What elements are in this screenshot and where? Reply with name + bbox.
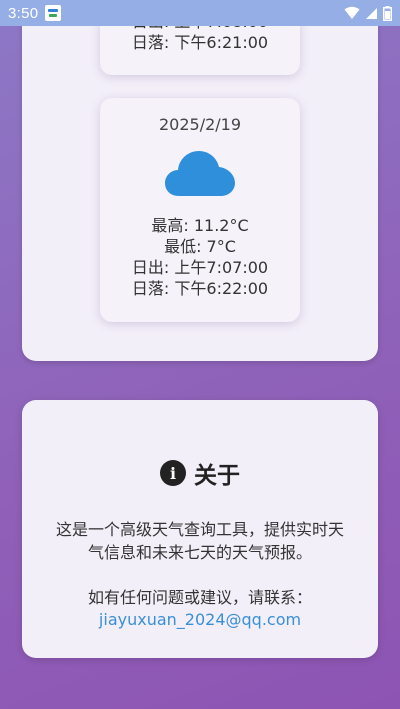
status-time: 3:50 xyxy=(8,4,39,22)
cloud-icon xyxy=(165,148,235,200)
status-bar: 3:50 xyxy=(0,0,400,26)
wifi-icon xyxy=(344,6,360,19)
app-notification-icon xyxy=(45,5,62,21)
sunset-text: 日落: 下午6:21:00 xyxy=(131,33,269,52)
about-description: 这是一个高级天气查询工具，提供实时天气信息和未来七天的天气预报。 xyxy=(55,520,344,562)
low-temp: 最低: 7°C xyxy=(164,237,236,256)
forecast-card: 日出: 上午7:08:00 日落: 下午6:21:00 2025/2/19 最高… xyxy=(22,20,378,361)
signal-icon xyxy=(366,7,377,19)
forecast-day-card: 2025/2/19 最高: 11.2°C 最低: 7°C 日出: 上午7:07:… xyxy=(100,98,300,322)
about-title: 关于 xyxy=(194,463,240,489)
battery-icon xyxy=(383,5,392,21)
sunset-text: 日落: 下午6:22:00 xyxy=(131,279,269,298)
sunrise-text: 日出: 上午7:07:00 xyxy=(131,258,269,277)
high-temp: 最高: 11.2°C xyxy=(151,216,249,235)
forecast-date: 2025/2/19 xyxy=(158,115,242,134)
forecast-day-card-previous: 日出: 上午7:08:00 日落: 下午6:21:00 xyxy=(100,20,300,75)
about-heading: i 关于 xyxy=(22,456,378,490)
contact-prompt: 如有任何问题或建议，请联系： xyxy=(87,588,312,607)
status-icons xyxy=(344,5,392,21)
about-card: i 关于 这是一个高级天气查询工具，提供实时天气信息和未来七天的天气预报。 如有… xyxy=(22,400,378,658)
email-link[interactable]: jiayuxuan_2024@qq.com xyxy=(99,609,301,631)
info-icon: i xyxy=(160,460,186,486)
